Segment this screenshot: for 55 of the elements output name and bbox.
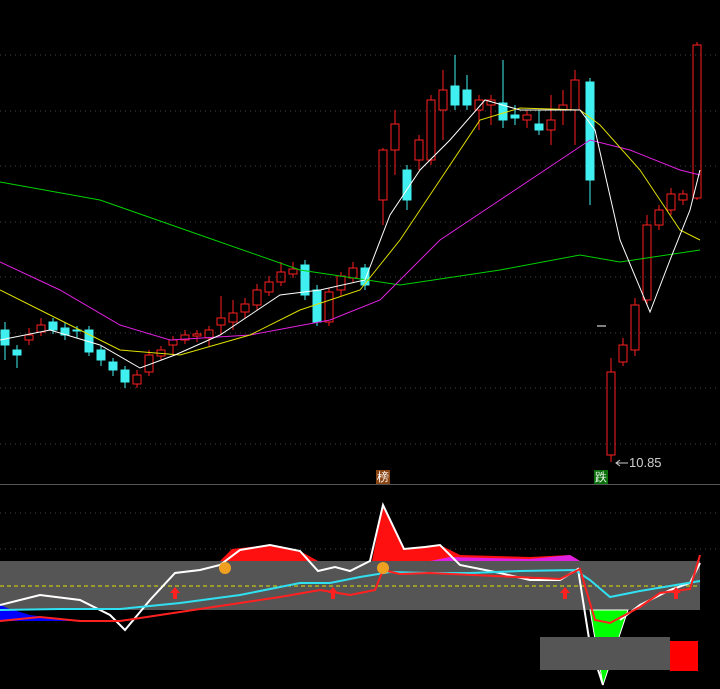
candlestick xyxy=(96,346,106,366)
leader-arrow xyxy=(615,460,628,466)
candlestick xyxy=(618,338,628,366)
candlestick xyxy=(0,322,10,360)
candlestick xyxy=(180,330,190,344)
candlestick xyxy=(336,272,346,296)
candlestick xyxy=(12,344,22,368)
candlestick xyxy=(546,94,556,146)
candlestick xyxy=(288,262,298,278)
candlestick xyxy=(438,70,448,140)
candlestick xyxy=(630,298,640,356)
candlestick xyxy=(474,94,484,130)
candlestick xyxy=(252,284,262,310)
candlestick xyxy=(48,318,58,334)
candlestick xyxy=(156,346,166,360)
candlestick xyxy=(498,60,508,128)
candlestick xyxy=(264,276,274,296)
candlestick xyxy=(276,262,286,286)
candlestick xyxy=(462,74,472,110)
candlestick xyxy=(450,54,460,110)
signal-tag: 跌 xyxy=(594,470,608,484)
candlestick xyxy=(360,264,370,290)
candlestick xyxy=(24,328,34,346)
low-price-label: 10.85 xyxy=(629,455,662,471)
candlestick xyxy=(60,322,70,340)
candlestick xyxy=(486,94,496,126)
candlestick xyxy=(36,318,46,336)
candlestick xyxy=(300,260,310,300)
candlestick xyxy=(348,262,358,282)
signal-tag: 榜 xyxy=(376,470,390,484)
candlestick xyxy=(510,104,520,126)
candlestick xyxy=(522,110,532,128)
candlestick xyxy=(240,298,250,318)
candlestick xyxy=(666,188,676,216)
candlestick xyxy=(534,110,544,136)
candlestick xyxy=(558,90,568,126)
candlestick xyxy=(168,336,178,356)
candlestick xyxy=(144,350,154,376)
candlestick xyxy=(414,134,424,170)
candlestick xyxy=(192,330,202,342)
candlestick xyxy=(678,190,688,206)
candlestick xyxy=(654,204,664,230)
candlestick xyxy=(324,288,334,326)
candlestick xyxy=(402,164,412,210)
candlestick xyxy=(72,326,82,338)
candlestick xyxy=(132,370,142,388)
candlestick xyxy=(84,326,94,356)
candlestick xyxy=(228,300,238,330)
candlestick xyxy=(312,284,322,326)
candlestick xyxy=(108,358,118,376)
candlestick xyxy=(390,110,400,176)
candlestick xyxy=(120,366,130,388)
candlestick xyxy=(216,296,226,336)
candlestick xyxy=(426,94,436,166)
candlestick xyxy=(204,326,214,346)
